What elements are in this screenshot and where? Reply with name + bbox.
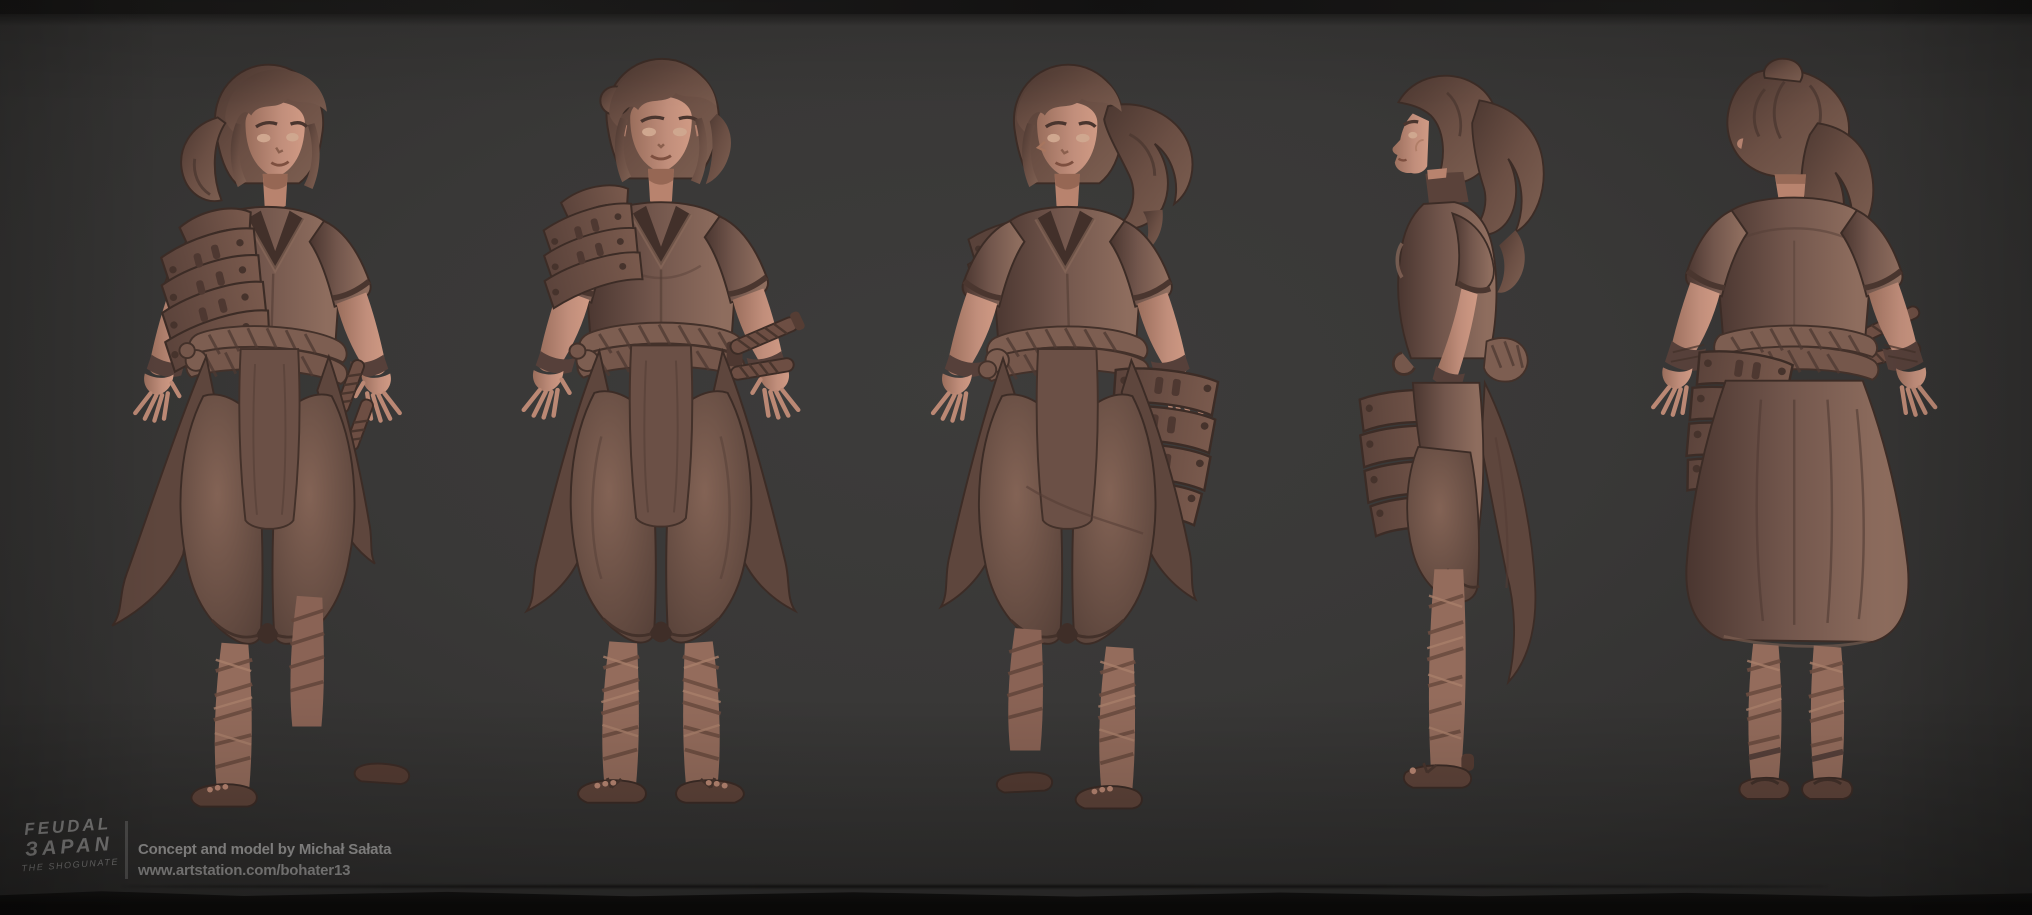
- neck: [1775, 174, 1806, 199]
- artstation-url: www.artstation.com/bohater13: [138, 860, 391, 881]
- leg: [1427, 569, 1466, 769]
- figure-three-quarter-left: [95, 44, 440, 816]
- arm-right: [1869, 282, 1936, 414]
- sculpt-three-quarter-left-view: [95, 44, 440, 816]
- face-profile: [1393, 114, 1429, 174]
- legs: [601, 641, 720, 783]
- neck: [648, 169, 674, 204]
- sandals: [1739, 778, 1852, 799]
- figure-back: [1618, 40, 1990, 816]
- artwork-canvas: FEUDAL ЗAPAN THE SHOGUNATE Concept and m…: [0, 0, 2032, 915]
- sandals: [578, 778, 744, 803]
- figure-side-profile: [1312, 42, 1564, 814]
- figure-three-quarter-right: [900, 44, 1250, 816]
- credit-line: Concept and model by Michał Sałata: [138, 839, 391, 860]
- back-skirt: [1686, 381, 1908, 647]
- sculpt-front-view: [482, 38, 840, 816]
- neck: [263, 174, 288, 209]
- sculpt-three-quarter-right-view: [900, 44, 1250, 816]
- bottom-streak: [122, 885, 1829, 888]
- skirt: [1407, 383, 1535, 682]
- feudal-japan-logo: FEUDAL ЗAPAN THE SHOGUNATE: [18, 815, 119, 874]
- neck: [1055, 174, 1080, 209]
- legs: [1007, 628, 1135, 789]
- torso-back: [1716, 198, 1873, 345]
- credit-block: Concept and model by Michał Sałata www.a…: [138, 839, 391, 881]
- logo-line-2: ЗAPAN: [20, 834, 119, 861]
- footer-divider: [125, 821, 128, 879]
- top-bar-fade: [0, 14, 2032, 26]
- legs: [1746, 644, 1844, 780]
- top-dark-bar: [0, 0, 2032, 14]
- sculpt-back-view: [1618, 40, 1990, 816]
- sculpt-side-profile-view: [1312, 42, 1564, 814]
- figure-front: [482, 38, 840, 816]
- neck-collar: [1425, 168, 1468, 204]
